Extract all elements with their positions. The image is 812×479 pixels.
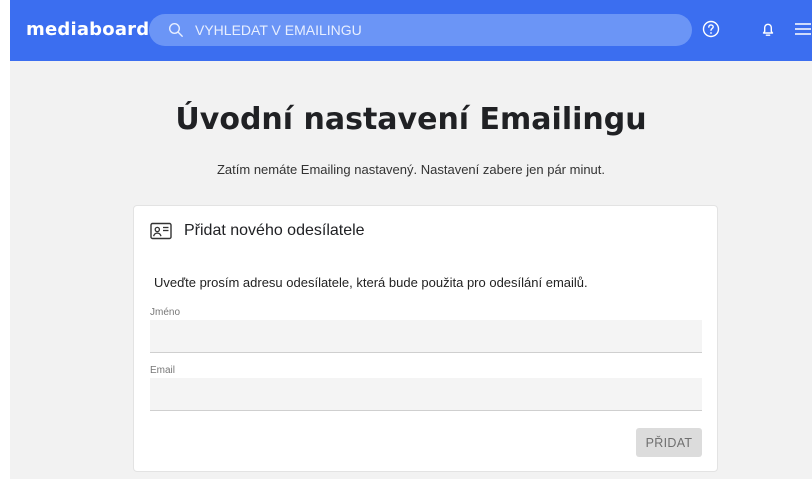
sender-instructions: Uveďte prosím adresu odesílatele, která … [154,275,588,290]
search-icon[interactable] [168,22,184,38]
card-header: Přidat nového odesílatele [150,220,365,242]
contact-card-icon [150,222,172,240]
page-title: Úvodní nastavení Emailingu [175,102,647,137]
name-field-label: Jméno [150,307,181,318]
add-sender-card: Přidat nového odesílatele Uveďte prosím … [133,205,718,472]
menu-icon[interactable] [793,19,812,39]
app-logo[interactable]: mediaboard [26,19,149,40]
email-field-label: Email [150,365,176,376]
search-input[interactable] [195,14,675,46]
add-sender-button[interactable]: PŘIDAT [636,428,702,457]
help-icon[interactable] [701,19,721,39]
page-subtitle: Zatím nemáte Emailing nastavený. Nastave… [216,162,606,177]
bell-icon[interactable] [758,19,778,39]
name-field[interactable] [150,320,702,353]
search-bar[interactable] [149,14,692,46]
main-content: Úvodní nastavení Emailingu Zatím nemáte … [10,61,812,479]
email-field[interactable] [150,378,702,411]
card-title: Přidat nového odesílatele [184,222,365,239]
top-navigation-bar: mediaboard [10,0,812,61]
